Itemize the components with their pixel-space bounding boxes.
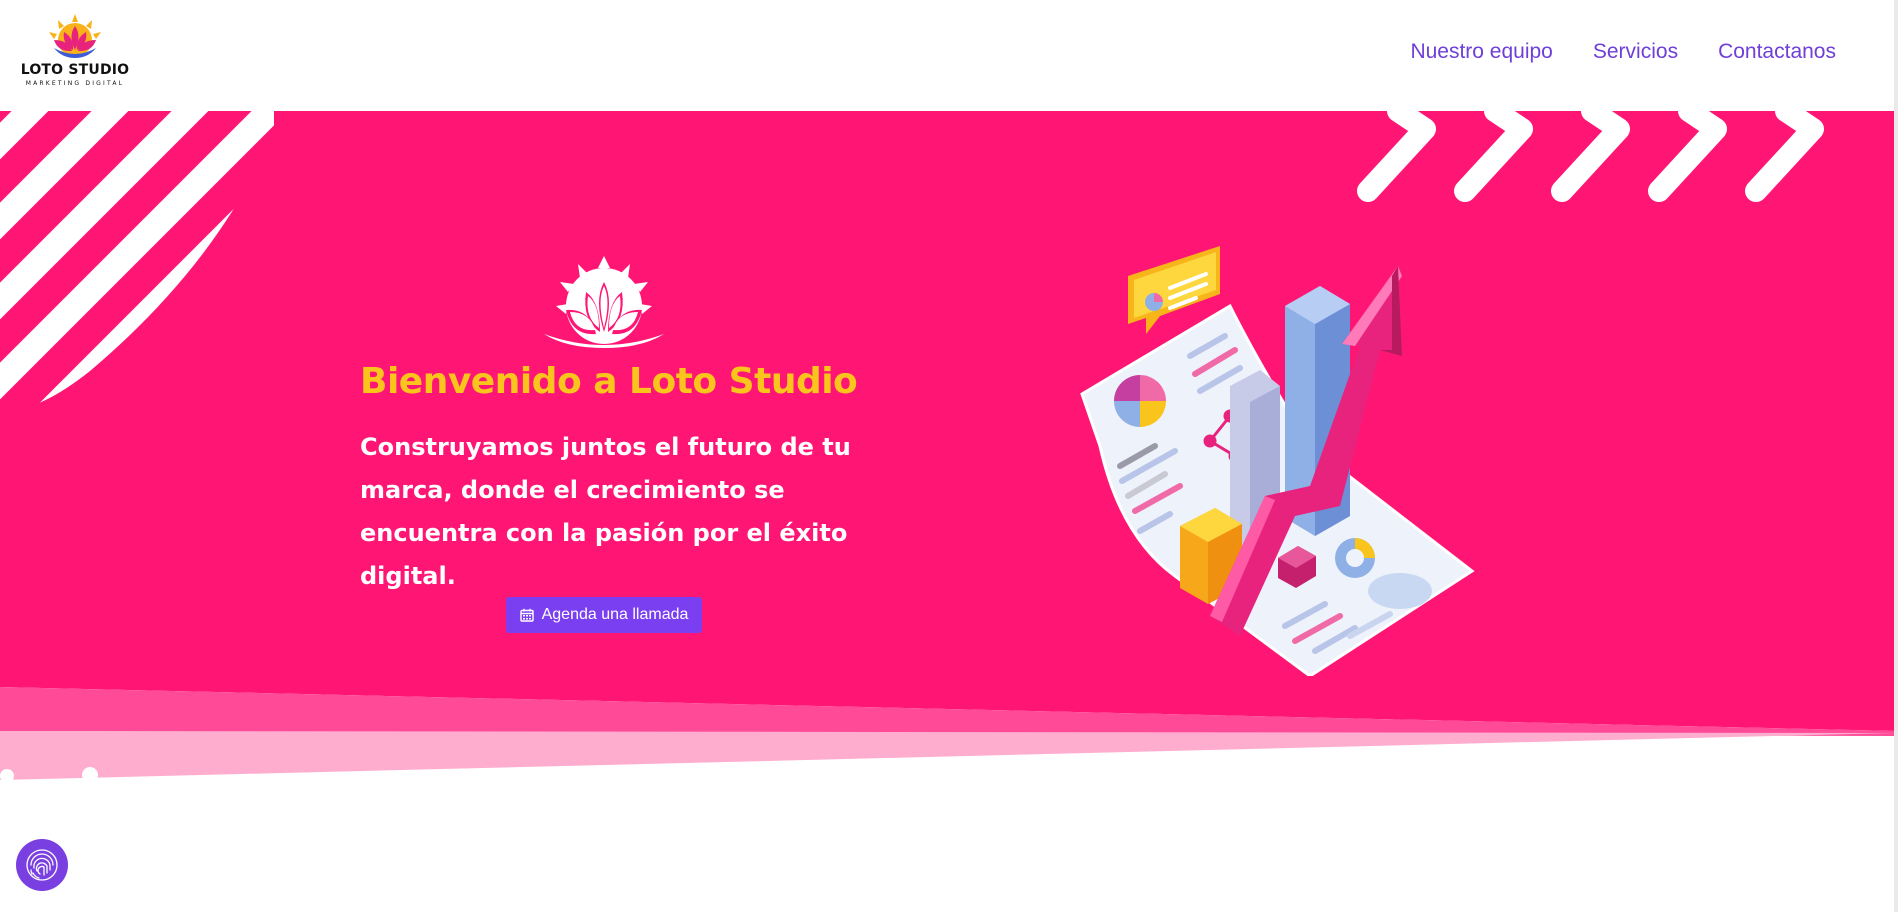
lotus-sun-logo-icon [49, 14, 101, 58]
lotus-icon [544, 256, 664, 348]
site-logo[interactable]: LOTO STUDIO MARKETING DIGITAL [18, 12, 130, 90]
main-nav: Nuestro equipo Servicios Contactanos [1410, 40, 1836, 64]
nav-link-team[interactable]: Nuestro equipo [1410, 40, 1552, 64]
page-scrollbar[interactable] [1894, 0, 1898, 912]
hero-background [0, 111, 1895, 783]
site-header: LOTO STUDIO MARKETING DIGITAL Nuestro eq… [0, 0, 1898, 111]
cookie-settings-button[interactable] [16, 839, 68, 891]
hero-description: Construyamos juntos el futuro de tu marc… [360, 433, 851, 590]
nav-link-services[interactable]: Servicios [1593, 40, 1678, 64]
schedule-call-button[interactable]: Agenda una llamada [506, 597, 702, 633]
brand-tagline: MARKETING DIGITAL [25, 80, 125, 87]
nav-link-contact[interactable]: Contactanos [1718, 40, 1836, 64]
hero-title: Bienvenido a Loto Studio [360, 361, 858, 402]
calendar-icon [519, 608, 534, 622]
fingerprint-cookie-icon [26, 849, 58, 881]
schedule-call-label: Agenda una llamada [541, 606, 689, 623]
brand-name: LOTO STUDIO [20, 62, 130, 78]
hero-section: Bienvenido a Loto Studio Construyamos ju… [0, 111, 1898, 801]
analytics-report-illustration [1080, 246, 1475, 676]
